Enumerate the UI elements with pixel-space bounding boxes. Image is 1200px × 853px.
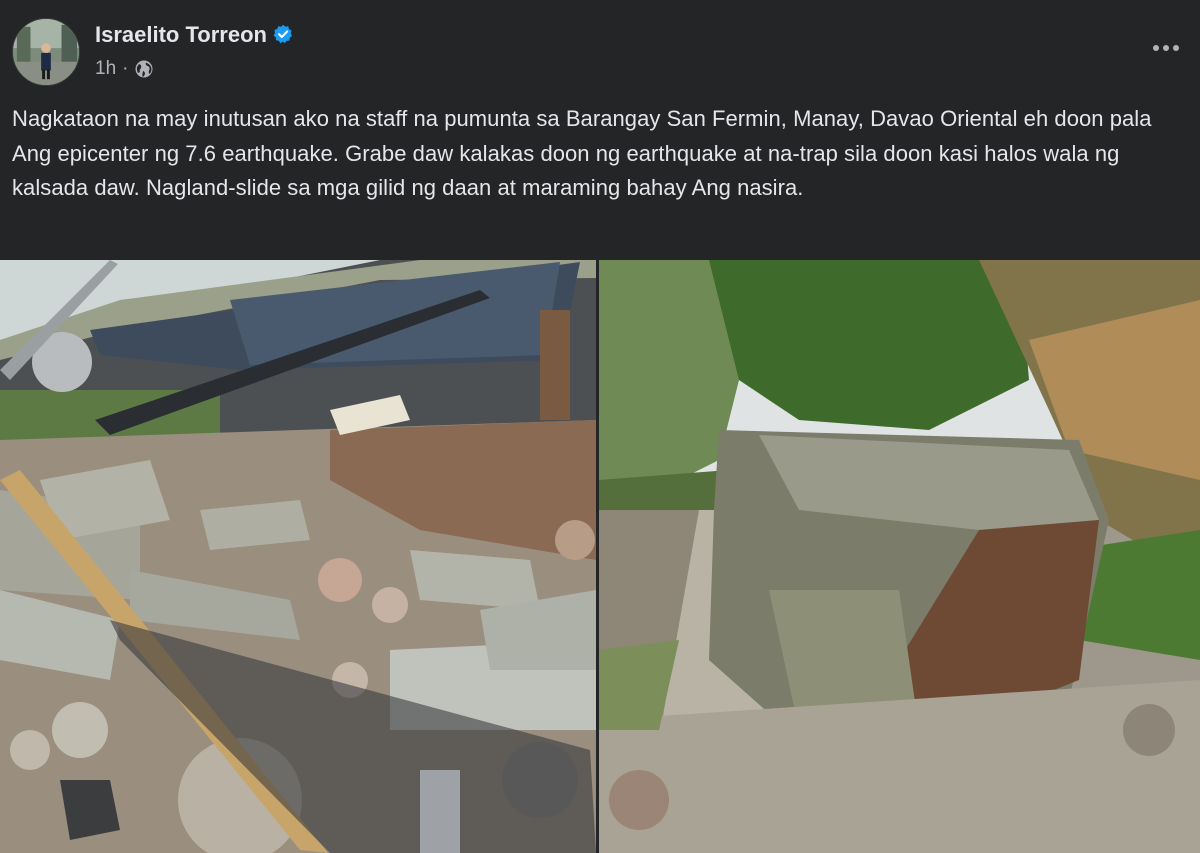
post-text: Nagkataon na may inutusan ako na staff n… [12,106,1152,200]
post-header: Israelito Torreon 1h · [12,18,1188,88]
author-avatar[interactable] [12,18,80,86]
landslide-boulder-image [599,260,1200,853]
globe-icon[interactable] [134,59,154,79]
more-options-icon[interactable] [1148,36,1184,60]
more-dot [1153,45,1159,51]
post-timestamp[interactable]: 1h [95,58,116,80]
meta-separator: · [122,58,129,79]
post-meta: 1h · [95,58,154,80]
photo-collapsed-house[interactable] [0,260,596,853]
photo-landslide-boulder[interactable] [599,260,1200,853]
author-name[interactable]: Israelito Torreon [95,22,267,47]
facebook-post: Israelito Torreon 1h · Nagkataon na may … [0,0,1200,853]
verified-badge-icon [273,24,292,44]
collapsed-house-image [0,260,596,853]
more-dot [1163,45,1169,51]
author-name-row: Israelito Torreon [95,22,293,48]
avatar-image [13,19,79,85]
more-dot [1173,45,1179,51]
post-photos [0,260,1200,853]
